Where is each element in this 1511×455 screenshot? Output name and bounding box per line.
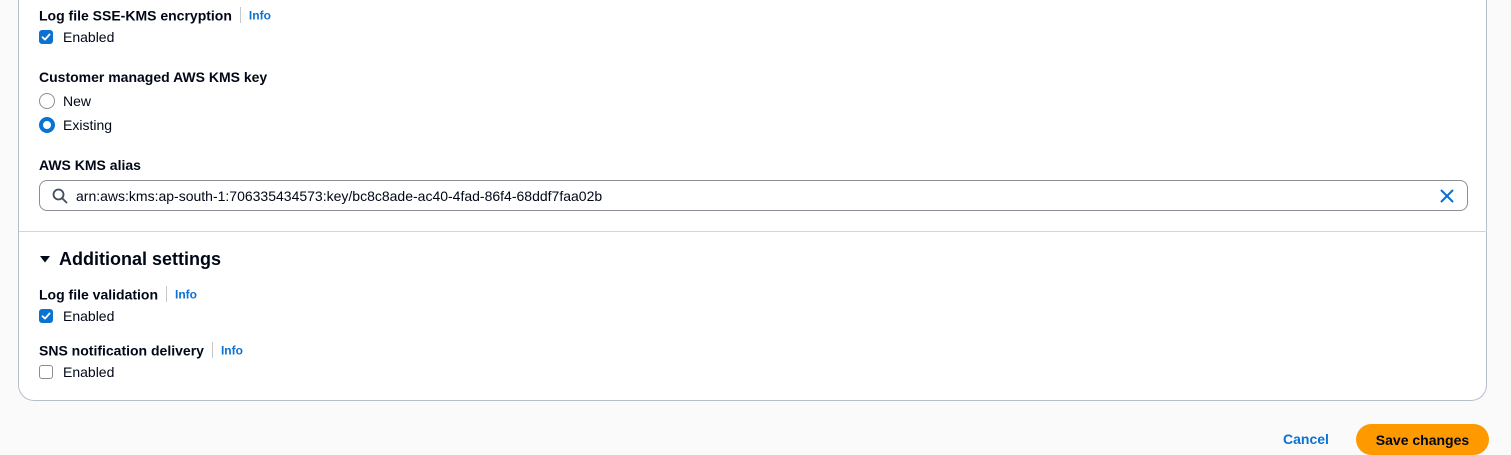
save-changes-button[interactable]: Save changes (1356, 424, 1489, 455)
checkmark-icon (41, 33, 51, 41)
log-encryption-label-row: Log file SSE-KMS encryption Info (39, 5, 271, 24)
checkmark-icon (41, 312, 51, 320)
log-validation-label: Log file validation (39, 286, 159, 303)
log-encryption-checkbox[interactable] (39, 30, 53, 44)
kms-key-option-existing-label: Existing (63, 117, 113, 133)
kms-alias-search-input[interactable]: arn:aws:kms:ap-south-1:706335434573:key/… (39, 180, 1468, 211)
log-validation-checkbox-label: Enabled (63, 308, 115, 324)
section-divider (19, 231, 1487, 232)
sns-delivery-info-link[interactable]: Info (221, 343, 243, 357)
sns-delivery-checkbox[interactable] (39, 365, 53, 379)
log-validation-checkbox[interactable] (39, 309, 53, 323)
cancel-button[interactable]: Cancel (1283, 431, 1329, 447)
sns-delivery-label: SNS notification delivery (39, 342, 204, 359)
info-separator (211, 342, 213, 359)
sns-delivery-label-row: SNS notification delivery Info (39, 340, 243, 359)
kms-key-option-new-label: New (63, 93, 92, 109)
info-separator (239, 7, 241, 24)
additional-settings-toggle[interactable]: Additional settings (39, 248, 221, 270)
kms-alias-value: arn:aws:kms:ap-south-1:706335434573:key/… (76, 188, 603, 204)
search-icon (52, 188, 68, 204)
kms-key-label: Customer managed AWS KMS key (39, 69, 268, 85)
caret-down-icon (40, 256, 50, 263)
log-validation-label-row: Log file validation Info (39, 284, 197, 303)
close-icon[interactable] (1440, 189, 1454, 203)
save-changes-label: Save changes (1375, 431, 1470, 448)
kms-alias-label: AWS KMS alias (39, 157, 141, 173)
log-encryption-info-link[interactable]: Info (249, 8, 271, 22)
info-separator (166, 286, 168, 303)
log-validation-info-link[interactable]: Info (175, 287, 197, 301)
sns-delivery-checkbox-label: Enabled (63, 364, 115, 380)
additional-settings-title: Additional settings (59, 249, 221, 269)
kms-key-radio-existing[interactable] (39, 117, 55, 133)
log-encryption-label: Log file SSE-KMS encryption (39, 7, 232, 24)
log-encryption-checkbox-label: Enabled (63, 29, 115, 45)
kms-key-radio-new[interactable] (39, 93, 55, 109)
